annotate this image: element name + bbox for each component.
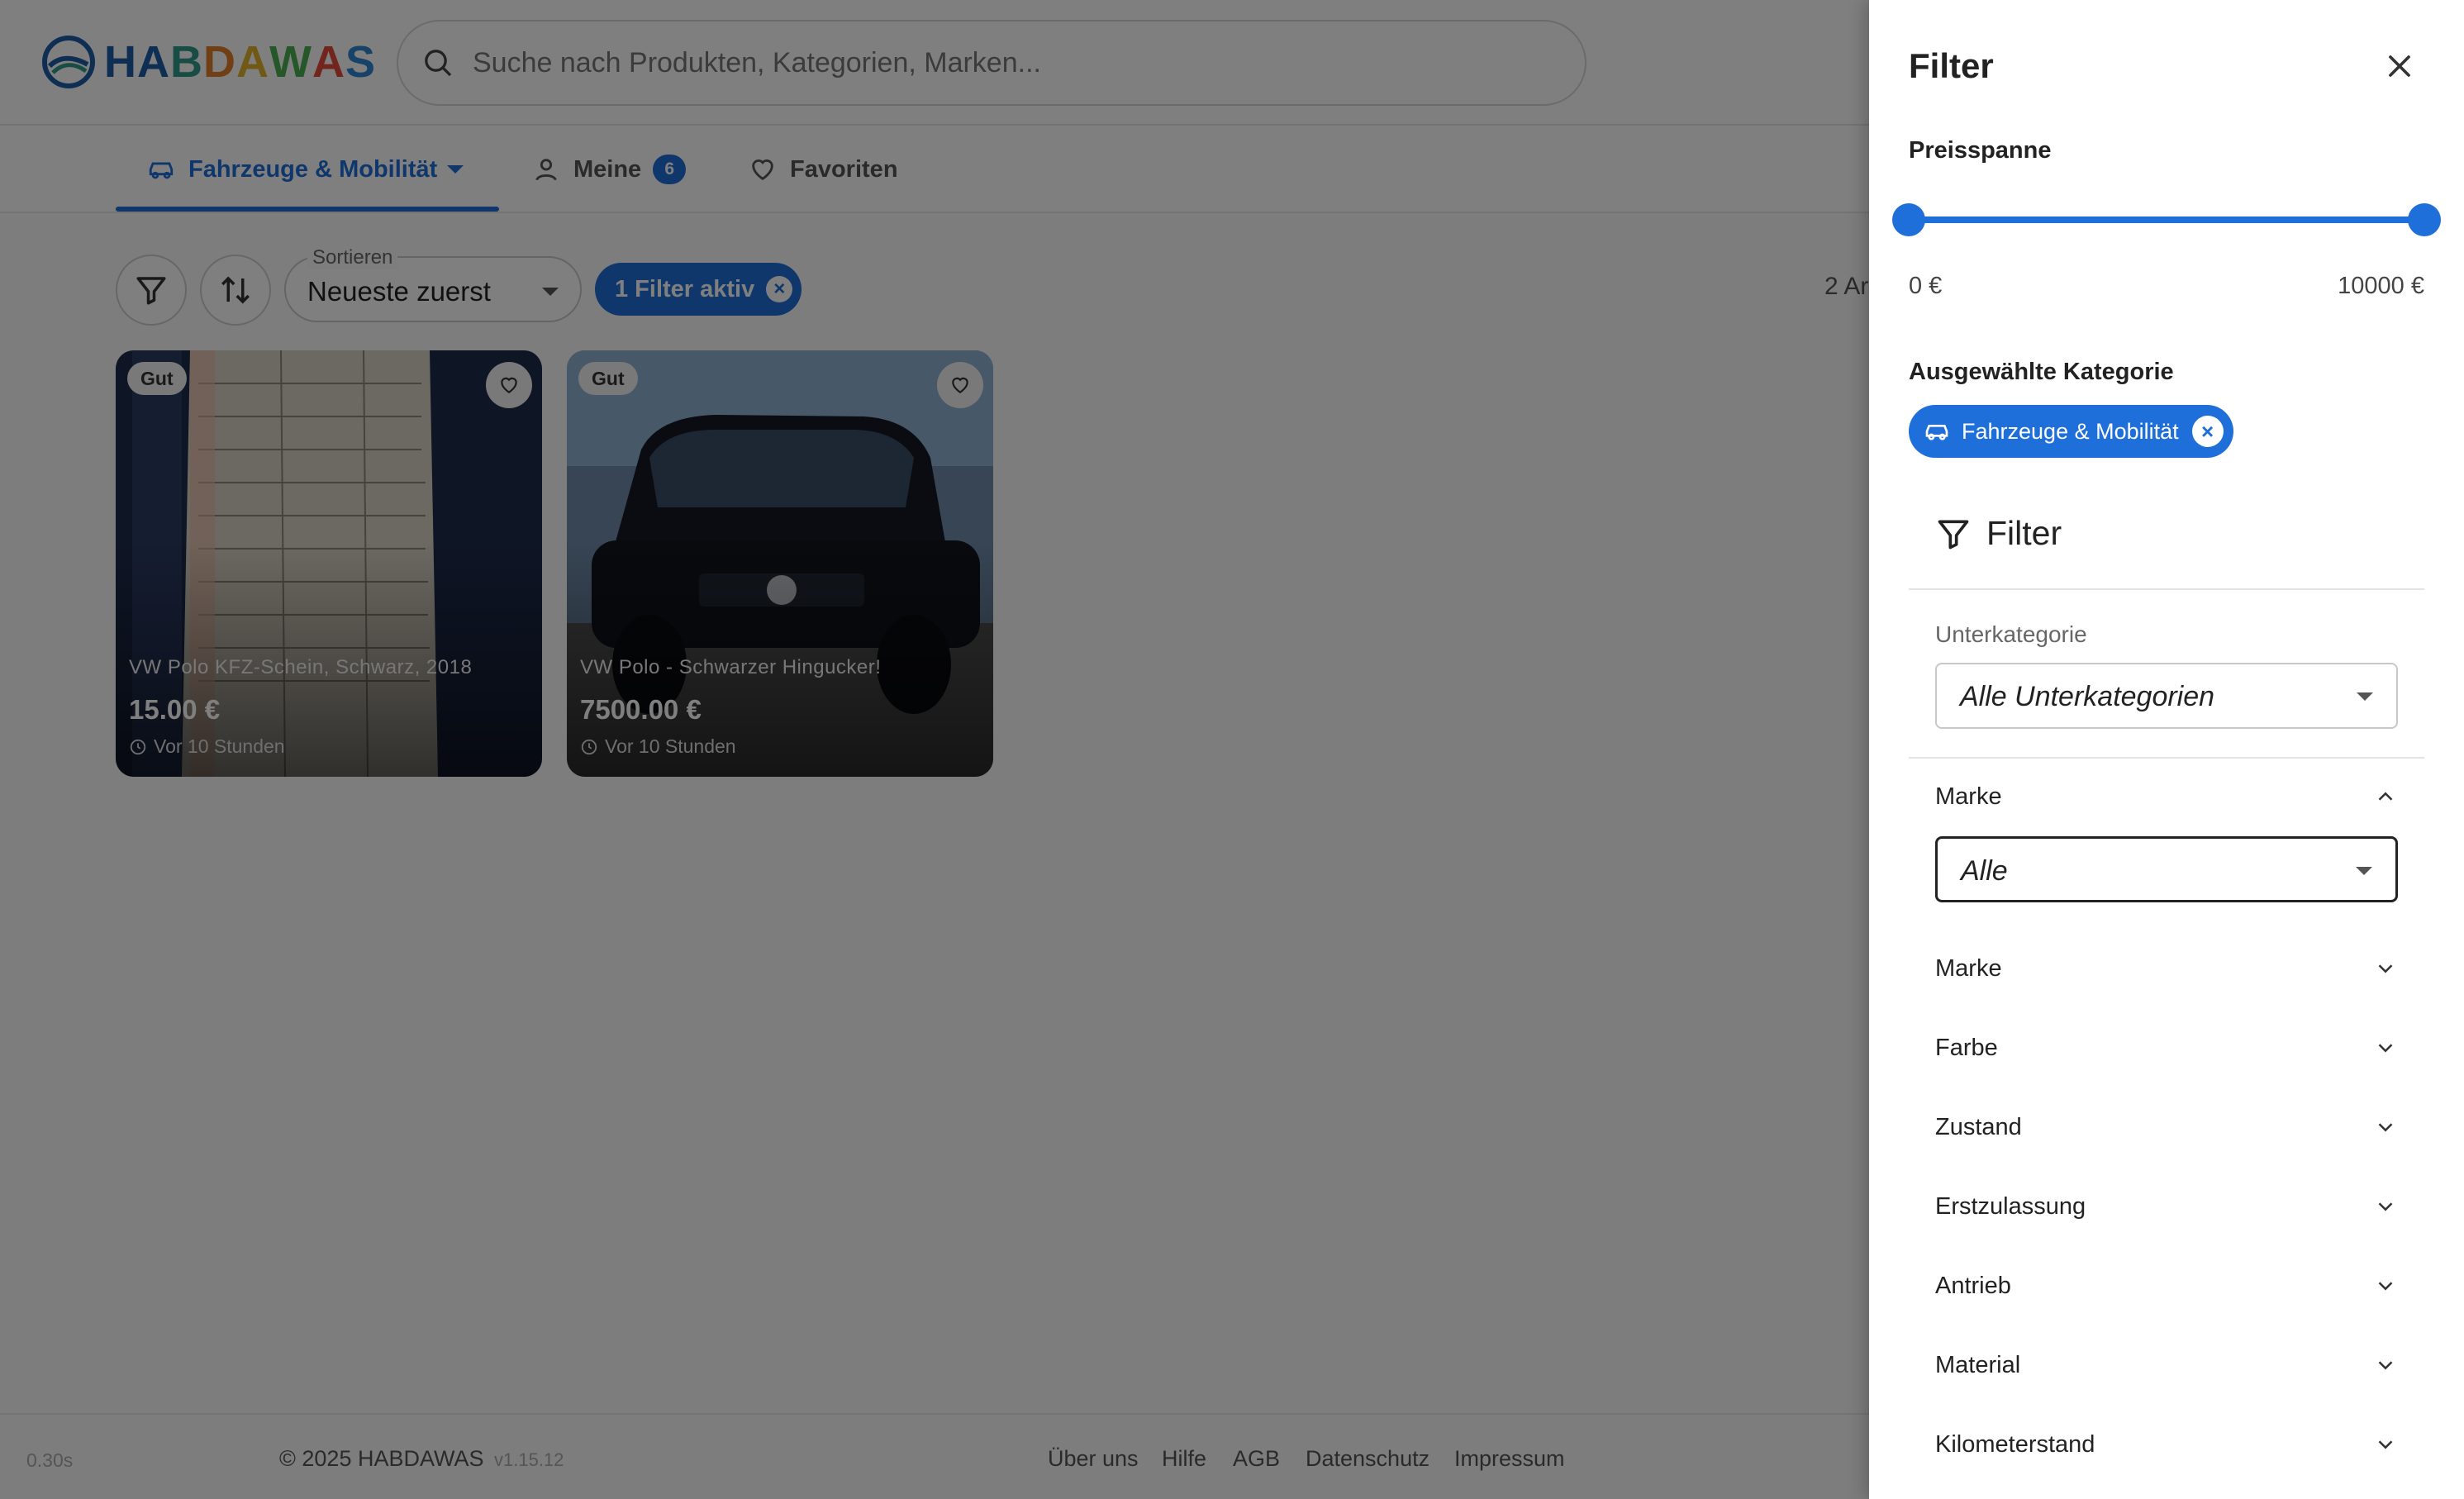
filter-drawer: Filter Preisspanne 0 € 10000 € Ausgewähl… bbox=[1869, 0, 2464, 1499]
divider bbox=[1909, 757, 2424, 759]
accordion-label: Material bbox=[1935, 1351, 2021, 1378]
accordion-kilometerstand[interactable]: Kilometerstand bbox=[1935, 1420, 2398, 1469]
accordion-label: Marke bbox=[1935, 954, 2002, 982]
divider bbox=[1909, 588, 2424, 590]
chevron-down-icon bbox=[2378, 1282, 2393, 1291]
accordion-material[interactable]: Material bbox=[1935, 1340, 2398, 1390]
filter-panel-header: Filter bbox=[1935, 514, 2062, 553]
price-min-label: 0 € bbox=[1909, 273, 1943, 299]
accordion-label: Marke bbox=[1935, 783, 2002, 810]
accordion-brand-expanded[interactable]: Marke bbox=[1935, 772, 2398, 821]
brand-select[interactable]: Alle bbox=[1935, 836, 2398, 902]
accordion-antrieb[interactable]: Antrieb bbox=[1935, 1261, 2398, 1311]
accordion-label: Kilometerstand bbox=[1935, 1430, 2095, 1458]
subcategory-label: Unterkategorie bbox=[1935, 621, 2087, 647]
accordion-marke[interactable]: Marke bbox=[1935, 944, 2398, 993]
chevron-down-icon bbox=[2378, 1202, 2393, 1211]
funnel-icon bbox=[1938, 520, 1969, 549]
chevron-down-icon bbox=[2378, 1044, 2393, 1053]
chevron-down-icon bbox=[2357, 692, 2373, 701]
car-icon bbox=[1925, 425, 1948, 440]
price-slider-max-handle[interactable] bbox=[2408, 203, 2441, 236]
accordion-label: Farbe bbox=[1935, 1034, 1998, 1061]
filter-panel-title: Filter bbox=[1986, 514, 2062, 552]
subcategory-select[interactable]: Alle Unterkategorien bbox=[1935, 663, 2398, 729]
subcategory-value: Alle Unterkategorien bbox=[1960, 681, 2215, 712]
remove-category-icon[interactable]: × bbox=[2191, 416, 2224, 447]
category-section-title: Ausgewählte Kategorie bbox=[1909, 359, 2174, 385]
brand-value: Alle bbox=[1961, 855, 2008, 887]
accordion-erstzulassung[interactable]: Erstzulassung bbox=[1935, 1182, 2398, 1231]
selected-category-label: Fahrzeuge & Mobilität bbox=[1962, 418, 2179, 444]
chevron-up-icon bbox=[2378, 792, 2393, 801]
price-slider-min-handle[interactable] bbox=[1892, 203, 1925, 236]
price-slider-track[interactable] bbox=[1909, 217, 2424, 223]
price-max-label: 10000 € bbox=[2338, 273, 2424, 299]
selected-category-chip[interactable]: Fahrzeuge & Mobilität × bbox=[1909, 405, 2233, 458]
close-icon[interactable] bbox=[2381, 48, 2418, 84]
chevron-down-icon bbox=[2378, 1123, 2393, 1132]
chevron-down-icon bbox=[2356, 867, 2372, 875]
accordion-farbe[interactable]: Farbe bbox=[1935, 1023, 2398, 1073]
accordion-label: Zustand bbox=[1935, 1113, 2022, 1140]
price-section-title: Preisspanne bbox=[1909, 137, 2052, 164]
accordion-zustand[interactable]: Zustand bbox=[1935, 1102, 2398, 1152]
accordion-label: Erstzulassung bbox=[1935, 1192, 2086, 1220]
chevron-down-icon bbox=[2378, 1361, 2393, 1370]
drawer-title: Filter bbox=[1909, 46, 1994, 85]
chevron-down-icon bbox=[2378, 964, 2393, 973]
accordion-label: Antrieb bbox=[1935, 1272, 2011, 1299]
chevron-down-icon bbox=[2378, 1440, 2393, 1449]
